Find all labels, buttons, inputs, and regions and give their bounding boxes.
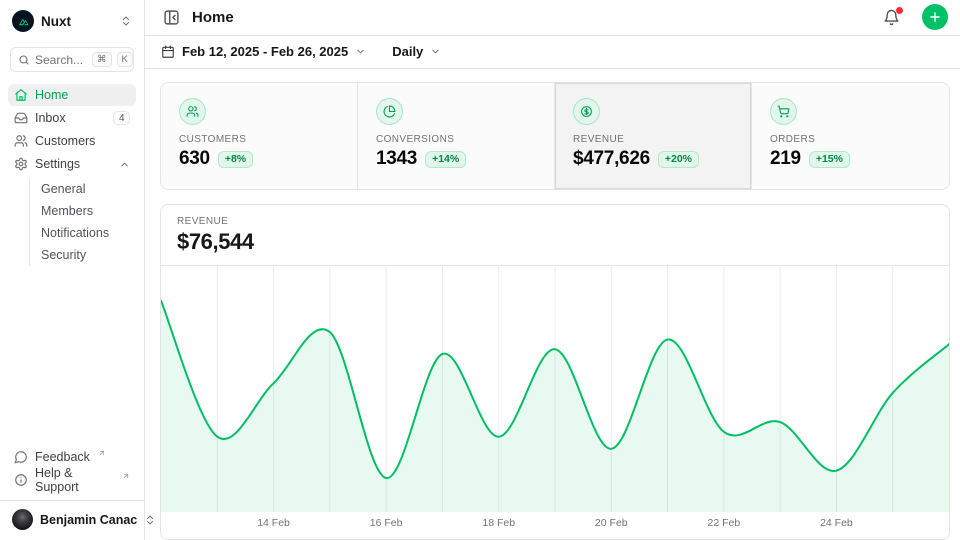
revenue-icon — [573, 98, 600, 125]
stat-label: CONVERSIONS — [376, 134, 536, 145]
notification-dot — [896, 7, 903, 14]
kbd-cmd: ⌘ — [92, 52, 112, 67]
stat-label: CUSTOMERS — [179, 134, 339, 145]
chevron-up-icon — [119, 159, 130, 170]
add-button[interactable] — [922, 4, 948, 30]
arrow-up-right-icon — [98, 449, 106, 457]
feedback-link[interactable]: Feedback — [8, 446, 136, 468]
orders-icon — [770, 98, 797, 125]
filters-toolbar: Feb 12, 2025 - Feb 26, 2025 Daily — [145, 36, 960, 69]
inbox-icon — [14, 111, 28, 125]
sidebar: Nuxt ⌘ K Home Inbo — [0, 0, 145, 540]
x-tick-label: 22 Feb — [707, 517, 740, 529]
help-support-link[interactable]: Help & Support — [8, 469, 136, 491]
sidebar-item-inbox[interactable]: Inbox 4 — [8, 107, 136, 129]
stat-card-customers[interactable]: CUSTOMERS 630 +8% — [161, 83, 358, 189]
user-menu[interactable]: Benjamin Canac — [0, 501, 144, 536]
main-area: Home Feb 12, 2025 - Feb 26, 2025 Daily — [145, 0, 960, 540]
stat-value: $477,626 — [573, 148, 650, 170]
x-tick-label: 24 Feb — [820, 517, 853, 529]
app-root: Nuxt ⌘ K Home Inbo — [0, 0, 960, 540]
arrow-up-right-icon — [122, 472, 130, 480]
x-tick-label: 14 Feb — [257, 517, 290, 529]
sidebar-item-label: Inbox — [35, 111, 66, 125]
stat-label: ORDERS — [770, 134, 931, 145]
sidebar-nav: Home Inbox 4 Customers Settings — [0, 84, 144, 268]
user-name: Benjamin Canac — [40, 513, 137, 527]
calendar-icon — [161, 45, 175, 59]
date-range-label: Feb 12, 2025 - Feb 26, 2025 — [182, 44, 348, 59]
revenue-chart[interactable] — [161, 266, 949, 512]
period-select[interactable]: Daily — [392, 44, 441, 59]
sidebar-item-label: Customers — [35, 134, 95, 148]
search-input-wrapper[interactable]: ⌘ K — [10, 47, 134, 72]
feedback-label: Feedback — [35, 450, 90, 464]
stat-value: 630 — [179, 148, 210, 170]
chat-bubble-icon — [14, 450, 28, 464]
stat-delta-badge: +8% — [218, 151, 253, 168]
kbd-k: K — [117, 52, 133, 67]
revenue-chart-card: REVENUE $76,544 14 Feb 16 Feb 18 Feb 20 … — [160, 204, 950, 540]
info-circle-icon — [14, 473, 28, 487]
stat-card-orders[interactable]: ORDERS 219 +15% — [752, 83, 949, 189]
stat-label: REVENUE — [573, 134, 733, 145]
search-input[interactable] — [35, 53, 87, 67]
stats-grid: CUSTOMERS 630 +8% CONVERSIONS 1343 +14% — [160, 82, 950, 190]
stat-card-revenue[interactable]: REVENUE $477,626 +20% — [555, 83, 752, 189]
sidebar-item-label: Home — [35, 88, 68, 102]
nuxt-logo-icon — [12, 10, 34, 32]
sidebar-item-home[interactable]: Home — [8, 84, 136, 106]
period-label: Daily — [392, 44, 423, 59]
stat-value: 219 — [770, 148, 801, 170]
chevrons-up-down-icon — [120, 15, 132, 27]
sidebar-item-security[interactable]: Security — [41, 244, 136, 266]
stat-delta-badge: +14% — [425, 151, 466, 168]
top-header: Home — [145, 0, 960, 36]
inbox-count-badge: 4 — [113, 111, 130, 125]
chart-metric-value: $76,544 — [177, 229, 933, 255]
sidebar-footer-links: Feedback Help & Support — [0, 446, 144, 492]
x-tick-label: 18 Feb — [482, 517, 515, 529]
sidebar-item-notifications[interactable]: Notifications — [41, 222, 136, 244]
sidebar-spacer — [0, 268, 144, 446]
gear-icon — [14, 157, 28, 171]
settings-subnav: General Members Notifications Security — [29, 178, 136, 266]
page-content: CUSTOMERS 630 +8% CONVERSIONS 1343 +14% — [145, 69, 960, 540]
sidebar-item-label: Settings — [35, 157, 80, 171]
x-tick-label: 16 Feb — [370, 517, 403, 529]
chart-x-axis: 14 Feb 16 Feb 18 Feb 20 Feb 22 Feb 24 Fe… — [161, 512, 949, 536]
stat-delta-badge: +20% — [658, 151, 699, 168]
brand-name: Nuxt — [41, 14, 71, 29]
conversions-icon — [376, 98, 403, 125]
sidebar-item-members[interactable]: Members — [41, 200, 136, 222]
chevron-down-icon — [355, 46, 366, 57]
sidebar-item-general[interactable]: General — [41, 178, 136, 200]
help-support-label: Help & Support — [35, 466, 114, 494]
chevron-down-icon — [430, 46, 441, 57]
x-tick-label: 20 Feb — [595, 517, 628, 529]
stat-card-conversions[interactable]: CONVERSIONS 1343 +14% — [358, 83, 555, 189]
chart-metric-label: REVENUE — [177, 216, 933, 227]
users-icon — [14, 134, 28, 148]
revenue-chart-svg — [161, 266, 949, 512]
sidebar-item-customers[interactable]: Customers — [8, 130, 136, 152]
home-icon — [14, 88, 28, 102]
date-range-picker[interactable]: Feb 12, 2025 - Feb 26, 2025 — [161, 44, 366, 59]
sidebar-collapse-button[interactable] — [161, 7, 182, 28]
page-title: Home — [192, 9, 234, 26]
stat-value: 1343 — [376, 148, 417, 170]
avatar — [12, 509, 33, 530]
notifications-button[interactable] — [881, 7, 902, 28]
search-icon — [18, 54, 30, 66]
stat-delta-badge: +15% — [809, 151, 850, 168]
sidebar-item-settings[interactable]: Settings — [8, 153, 136, 175]
customers-icon — [179, 98, 206, 125]
chart-header: REVENUE $76,544 — [161, 205, 949, 266]
team-switcher[interactable]: Nuxt — [0, 8, 144, 34]
